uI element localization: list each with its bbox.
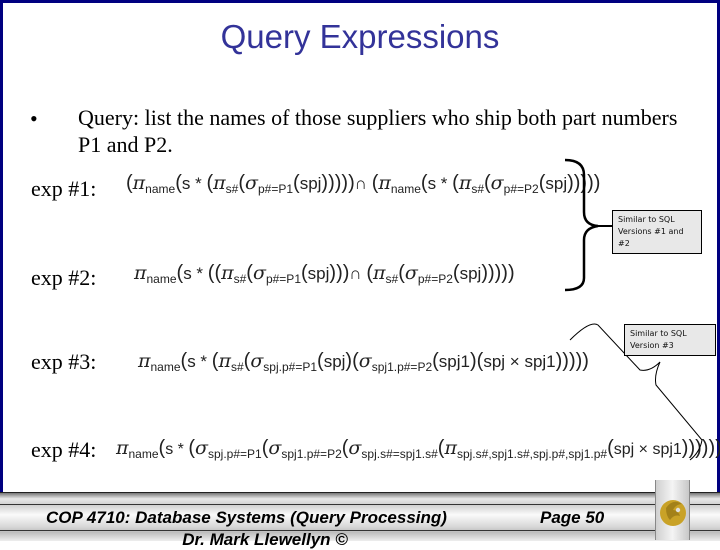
callout-line: Similar to SQL (630, 329, 687, 338)
footer-course-title: COP 4710: Database Systems (Query Proces… (46, 508, 447, 527)
callout-line: #2 (618, 239, 630, 248)
footer-divider (688, 504, 720, 505)
ucf-pegasus-logo-icon (660, 500, 686, 526)
exp-3-label: exp #3: (31, 349, 97, 374)
exp-2-label: exp #2: (31, 265, 97, 290)
footer-divider (688, 530, 720, 531)
callout-sql-versions-1-2: Similar to SQL Versions #1 and #2 (612, 210, 702, 254)
footer-divider (0, 504, 655, 505)
exp-1-label: exp #1: (31, 176, 97, 201)
page-number: Page 50 (540, 508, 605, 527)
exp-4-formula: πname(s * (σspj.p#=P1(σspj1.p#=P2(σspj.s… (116, 437, 720, 461)
callout-line: Versions #1 and (618, 227, 684, 236)
callout-line: Version #3 (630, 341, 674, 350)
exp-1-formula: (πname(s * (πs#(σp#=P1(spj)))))∩ (πname(… (126, 172, 601, 196)
logo-container (655, 480, 690, 540)
query-description: Query: list the names of those suppliers… (78, 105, 678, 157)
exp-4-label: exp #4: (31, 437, 97, 462)
callout-sql-version-3: Similar to SQL Version #3 (624, 324, 716, 356)
slide-title: Query Expressions (220, 18, 500, 55)
exp-2-formula: πname(s * ((πs#(σp#=P1(spj)))∩ (πs#(σp#=… (134, 262, 515, 286)
exp-3-formula: πname(s * (πs#(σspj.p#=P1(spj)(σspj1.p#=… (138, 350, 589, 374)
callout-line: Similar to SQL (618, 215, 675, 224)
footer-author: Dr. Mark Llewellyn © (182, 530, 348, 549)
bullet-icon: • (30, 106, 38, 131)
